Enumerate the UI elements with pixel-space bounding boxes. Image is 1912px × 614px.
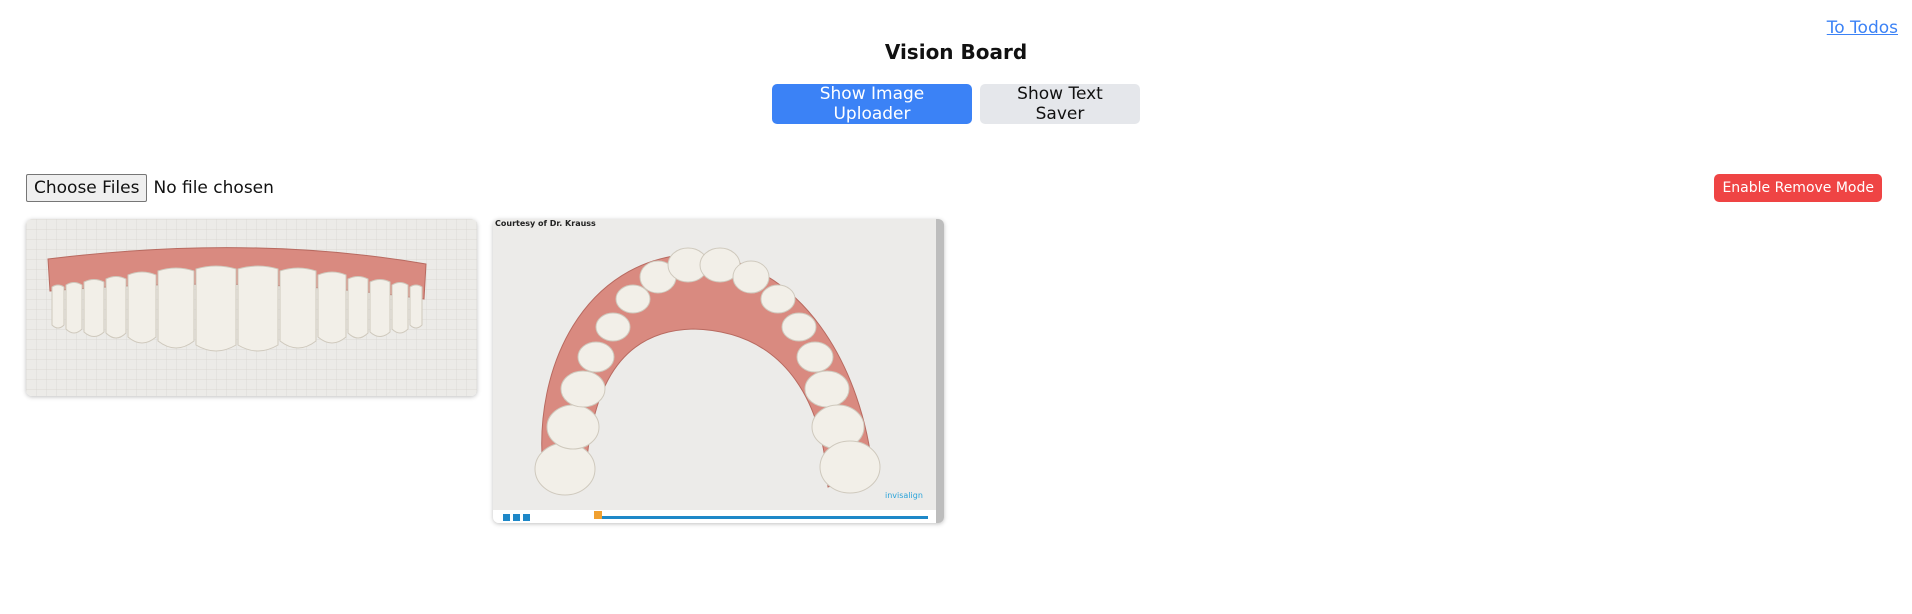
courtesy-caption: Courtesy of Dr. Krauss <box>495 219 596 228</box>
choose-files-button[interactable]: Choose Files <box>26 174 148 202</box>
show-image-uploader-button[interactable]: Show Image Uploader <box>772 84 972 124</box>
timeline-track[interactable] <box>598 516 928 519</box>
to-todos-link[interactable]: To Todos <box>1827 18 1898 38</box>
gallery-image-teeth-arch[interactable]: Courtesy of Dr. Krauss invisalign <box>493 219 944 523</box>
gallery-image-teeth-front[interactable] <box>26 219 477 396</box>
enable-remove-mode-button[interactable]: Enable Remove Mode <box>1714 174 1882 202</box>
view-toggle-bar: Show Image Uploader Show Text Saver <box>0 84 1912 124</box>
file-upload-row: Choose Files No file chosen <box>26 174 274 202</box>
next-icon[interactable] <box>523 514 530 521</box>
file-status-text: No file chosen <box>153 178 274 198</box>
timeline-handle[interactable] <box>594 511 602 519</box>
play-icon[interactable] <box>513 514 520 521</box>
scrollbar[interactable] <box>936 219 944 523</box>
teeth-front-image <box>26 219 477 396</box>
show-text-saver-button[interactable]: Show Text Saver <box>980 84 1140 124</box>
teeth-arch-image: Courtesy of Dr. Krauss invisalign <box>493 219 944 523</box>
invisalign-logo: invisalign <box>885 491 923 500</box>
page-title: Vision Board <box>884 40 1028 64</box>
prev-icon[interactable] <box>503 514 510 521</box>
